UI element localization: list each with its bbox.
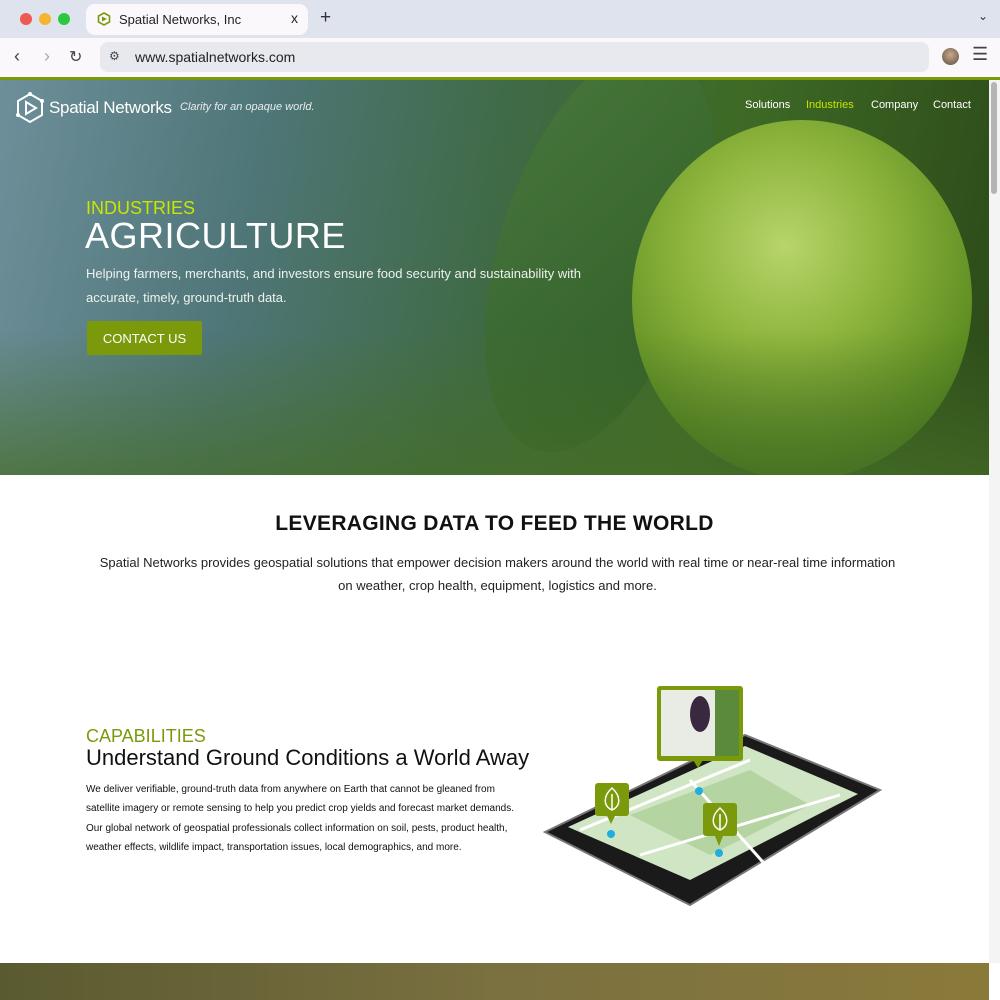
intro-title: LEVERAGING DATA TO FEED THE WORLD <box>275 512 714 535</box>
tablet-map-illustration <box>542 686 883 907</box>
tagline: Clarity for an opaque world. <box>180 101 315 113</box>
logo-icon <box>16 92 44 124</box>
menu-icon[interactable]: ☰ <box>972 44 988 65</box>
hero-text: Helping farmers, merchants, and investor… <box>86 266 581 305</box>
brand-logo[interactable]: Spatial Networks <box>15 92 172 124</box>
forward-icon[interactable]: › <box>44 46 50 67</box>
intro-text: Spatial Networks provides geospatial sol… <box>99 555 896 593</box>
contact-us-button[interactable]: CONTACT US <box>87 321 202 355</box>
close-window-button[interactable] <box>20 13 32 25</box>
brand-name: Spatial Networks <box>49 98 172 117</box>
capabilities-title: Understand Ground Conditions a World Awa… <box>86 745 530 770</box>
tab-title: Spatial Networks, Inc <box>119 12 242 27</box>
capabilities-eyebrow: CAPABILITIES <box>86 726 206 746</box>
nav-company[interactable]: Company <box>871 99 918 111</box>
hero-title: AGRICULTURE <box>85 215 346 256</box>
nav-industries[interactable]: Industries <box>806 99 854 111</box>
address-bar-row: ‹ › ↻ ⚙ www.spatialnetworks.com ☰ <box>0 38 1000 77</box>
hero-section: Spatial Networks Clarity for an opaque w… <box>0 80 989 475</box>
new-tab-button[interactable]: + <box>320 7 331 29</box>
address-bar[interactable]: ⚙ www.spatialnetworks.com <box>100 42 929 72</box>
site-settings-icon[interactable]: ⚙ <box>109 49 120 63</box>
nav-contact[interactable]: Contact <box>933 99 971 111</box>
next-section-image <box>0 963 989 1000</box>
browser-tab[interactable]: Spatial Networks, Inc x <box>86 4 308 35</box>
profile-avatar[interactable] <box>942 48 959 65</box>
photo-pin <box>657 686 743 768</box>
capabilities-text: We deliver verifiable, ground-truth data… <box>86 784 514 854</box>
tab-list-chevron-icon[interactable]: ⌄ <box>978 9 988 23</box>
tab-bar: Spatial Networks, Inc x + ⌄ <box>0 0 1000 38</box>
maximize-window-button[interactable] <box>58 13 70 25</box>
reload-icon[interactable]: ↻ <box>69 47 82 67</box>
back-icon[interactable]: ‹ <box>14 46 20 67</box>
scrollbar-thumb[interactable] <box>991 82 997 194</box>
close-tab-icon[interactable]: x <box>291 10 298 26</box>
scrollbar[interactable] <box>989 80 1000 963</box>
minimize-window-button[interactable] <box>39 13 51 25</box>
nav-solutions[interactable]: Solutions <box>745 99 790 111</box>
favicon-icon <box>97 12 111 26</box>
url-text[interactable]: www.spatialnetworks.com <box>135 49 295 65</box>
